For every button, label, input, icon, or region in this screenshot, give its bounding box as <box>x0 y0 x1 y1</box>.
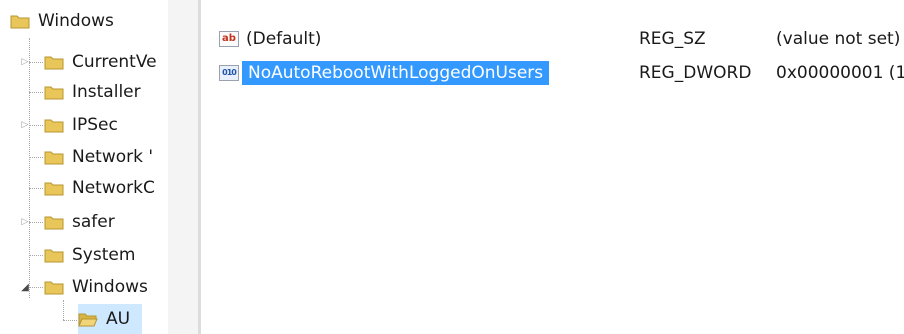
open-folder-icon <box>78 313 98 327</box>
tree-item-ipsec[interactable]: IPSec <box>44 110 118 140</box>
value-data: 0x00000001 (1) <box>776 63 904 83</box>
tree-item-windows-parent[interactable]: Windows <box>10 6 114 36</box>
tree-connector-line <box>29 222 43 223</box>
tree-connector-line <box>29 92 43 93</box>
tree-item-label: AU <box>106 309 131 329</box>
tree-connector-line <box>29 287 43 288</box>
tree-item-label: Network ' <box>72 147 154 167</box>
tree-item-safer[interactable]: safer <box>44 207 115 237</box>
tree-connector-line <box>63 320 77 321</box>
tree-scroll-area <box>168 0 198 334</box>
folder-icon <box>44 86 64 100</box>
value-row-noautoreboot[interactable]: 010 NoAutoRebootWithLoggedOnUsers REG_DW… <box>219 58 904 88</box>
tree-item-label: System <box>72 245 136 265</box>
tree-item-label: safer <box>72 212 115 232</box>
collapse-arrow-icon[interactable]: ◢ <box>20 281 30 293</box>
tree-connector-line <box>29 125 43 126</box>
string-value-icon: ab <box>219 31 239 47</box>
tree-connector-line <box>29 188 43 189</box>
tree-item-label: NetworkC <box>72 178 155 198</box>
tree-item-label: Installer <box>72 82 141 102</box>
expand-arrow-icon[interactable]: ▷ <box>20 56 30 68</box>
folder-icon <box>44 182 64 196</box>
tree-item-label: IPSec <box>72 115 118 135</box>
tree-item-windows[interactable]: Windows <box>44 272 148 302</box>
folder-icon <box>44 281 64 295</box>
tree-item-au[interactable]: AU <box>78 304 143 334</box>
tree-item-networkconnectivity[interactable]: NetworkC <box>44 173 155 203</box>
registry-key-tree: Windows ▷ CurrentVe Installer ▷ IPSec Ne… <box>0 0 168 334</box>
value-type: REG_DWORD <box>639 63 752 83</box>
tree-item-system[interactable]: System <box>44 240 135 270</box>
value-name-selected[interactable]: NoAutoRebootWithLoggedOnUsers <box>242 61 550 85</box>
tree-connector-line <box>63 300 64 320</box>
folder-icon <box>44 56 64 70</box>
tree-item-label: Windows <box>72 277 148 297</box>
folder-icon <box>44 249 64 263</box>
tree-item-currentversion[interactable]: CurrentVe <box>44 47 157 77</box>
value-type: REG_SZ <box>639 29 706 49</box>
binary-value-icon: 010 <box>219 65 239 81</box>
registry-values-list: ab (Default) REG_SZ (value not set) 010 … <box>201 0 904 334</box>
tree-item-network-connections[interactable]: Network ' <box>44 142 153 172</box>
tree-connector-line <box>29 38 30 298</box>
tree-item-installer[interactable]: Installer <box>44 77 141 107</box>
tree-connector-line <box>29 62 43 63</box>
tree-item-label: Windows <box>38 11 114 31</box>
tree-connector-line <box>29 157 43 158</box>
folder-icon <box>44 216 64 230</box>
value-data: (value not set) <box>776 29 901 49</box>
tree-connector-line <box>29 255 43 256</box>
value-row-default[interactable]: ab (Default) REG_SZ (value not set) <box>219 24 904 54</box>
folder-icon <box>44 151 64 165</box>
expand-arrow-icon[interactable]: ▷ <box>20 119 30 131</box>
value-name: (Default) <box>246 29 322 49</box>
tree-item-label: CurrentVe <box>72 52 157 72</box>
folder-icon <box>10 15 30 29</box>
folder-icon <box>44 119 64 133</box>
expand-arrow-icon[interactable]: ▷ <box>20 216 30 228</box>
